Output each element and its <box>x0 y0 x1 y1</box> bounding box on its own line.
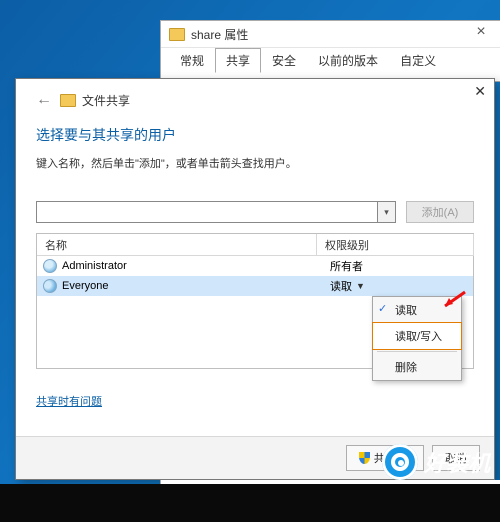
shield-icon <box>359 452 370 464</box>
table-row[interactable]: Everyone 读取▼ <box>37 276 473 296</box>
user-dropdown-button[interactable]: ▾ <box>378 201 396 223</box>
permission-menu: ✓ 读取 读取/写入 删除 <box>372 296 462 381</box>
properties-close-button[interactable]: × <box>461 21 500 47</box>
properties-tab-strip: 常规 共享 安全 以前的版本 自定义 <box>161 47 500 72</box>
properties-title-text: share 属性 <box>191 26 248 43</box>
tab-previous-versions[interactable]: 以前的版本 <box>307 48 389 72</box>
folder-icon <box>60 94 76 107</box>
dialog-close-button[interactable]: ✕ <box>474 83 486 100</box>
column-header-permission[interactable]: 权限级别 <box>317 234 474 256</box>
file-sharing-dialog: ✕ ← 文件共享 选择要与其共享的用户 键入名称，然后单击"添加"，或者单击箭头… <box>15 78 495 480</box>
permission-option-remove[interactable]: 删除 <box>373 354 461 380</box>
column-header-name[interactable]: 名称 <box>37 234 317 256</box>
watermark: 好装机 <box>382 444 490 480</box>
name-input-row: ▾ 添加(A) <box>36 201 474 223</box>
check-icon: ✓ <box>378 302 387 315</box>
desktop: share 属性 × 常规 共享 安全 以前的版本 自定义 ✕ ← 文件共享 选… <box>0 0 500 522</box>
back-arrow-icon[interactable]: ← <box>36 91 52 109</box>
user-name-input[interactable] <box>36 201 378 223</box>
row-name: Everyone <box>62 280 330 292</box>
menu-separator <box>377 351 457 352</box>
taskbar[interactable] <box>0 484 500 522</box>
watermark-logo-icon <box>382 444 418 480</box>
chevron-down-icon: ▼ <box>356 281 365 291</box>
tab-sharing[interactable]: 共享 <box>215 48 261 73</box>
user-permission-table: 名称 权限级别 Administrator 所有者 Everyone 读取▼ <box>36 233 474 369</box>
tab-customize[interactable]: 自定义 <box>389 48 447 72</box>
row-permission-dropdown[interactable]: 读取▼ <box>330 278 473 294</box>
add-button[interactable]: 添加(A) <box>406 201 474 223</box>
permission-option-read-write[interactable]: 读取/写入 <box>372 322 462 350</box>
help-link[interactable]: 共享时有问题 <box>36 396 102 408</box>
dialog-header-title: 文件共享 <box>82 92 130 109</box>
permission-option-read[interactable]: ✓ 读取 <box>373 297 461 323</box>
properties-window: share 属性 × 常规 共享 安全 以前的版本 自定义 <box>160 20 500 82</box>
dialog-description: 键入名称，然后单击"添加"，或者单击箭头查找用户。 <box>36 155 474 171</box>
tab-general[interactable]: 常规 <box>169 48 215 72</box>
dialog-heading: 选择要与其共享的用户 <box>36 125 474 145</box>
group-icon <box>43 279 57 293</box>
table-row[interactable]: Administrator 所有者 <box>37 256 473 276</box>
row-name: Administrator <box>62 260 330 272</box>
folder-icon <box>169 28 185 41</box>
user-icon <box>43 259 57 273</box>
tab-security[interactable]: 安全 <box>261 48 307 72</box>
watermark-text: 好装机 <box>424 446 490 478</box>
row-permission: 所有者 <box>330 258 473 274</box>
properties-titlebar[interactable]: share 属性 <box>161 21 500 47</box>
dialog-header: ← 文件共享 <box>36 91 474 109</box>
